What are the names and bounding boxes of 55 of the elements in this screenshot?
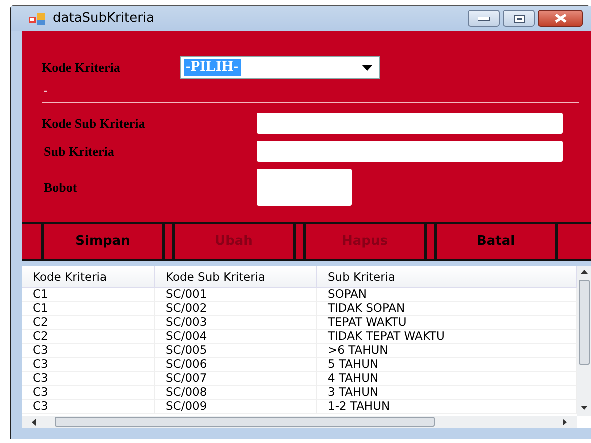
app-icon — [29, 12, 45, 24]
table-cell: SC/002 — [155, 302, 317, 316]
close-button[interactable] — [538, 10, 583, 27]
field-label: Kode Kriteria — [42, 60, 122, 76]
maximize-button[interactable] — [503, 10, 535, 27]
table-cell: C3 — [22, 400, 155, 414]
text-field[interactable] — [257, 141, 563, 162]
scroll-left-icon — [32, 419, 36, 426]
table-cell: TIDAK SOPAN — [317, 302, 577, 316]
field-label: Bobot — [43, 180, 78, 196]
table-cell: SC/001 — [155, 288, 317, 302]
text-field[interactable] — [257, 113, 563, 134]
table-cell: SC/007 — [155, 372, 317, 386]
table-cell: C2 — [22, 330, 155, 344]
table-cell: SC/005 — [155, 344, 317, 358]
table-cell: 3 TAHUN — [317, 386, 577, 400]
table-cell: TEPAT WAKTU — [317, 316, 577, 330]
horizontal-scrollbar[interactable] — [22, 416, 577, 428]
table-cell: 1-2 TAHUN — [317, 400, 577, 414]
table-cell: SC/006 — [155, 358, 317, 372]
table-cell: SC/008 — [155, 386, 317, 400]
table-cell: C3 — [22, 344, 155, 358]
table-cell: C2 — [22, 316, 155, 330]
column-header[interactable]: Kode Kriteria — [22, 266, 155, 287]
table-cell: C1 — [22, 288, 155, 302]
table-cell: >6 TAHUN — [317, 344, 577, 358]
close-icon — [554, 14, 568, 23]
table-cell: C3 — [22, 358, 155, 372]
table-cell: SC/009 — [155, 400, 317, 414]
minimize-button[interactable] — [468, 10, 500, 27]
vertical-scrollbar[interactable] — [577, 266, 591, 416]
maximize-icon — [514, 14, 524, 22]
action-button[interactable]: Batal — [435, 224, 557, 259]
text-field[interactable] — [257, 169, 352, 206]
table-cell: C3 — [22, 372, 155, 386]
field-label: Sub Kriteria — [43, 144, 116, 160]
window-title: dataSubKriteria — [53, 11, 156, 26]
table-cell: 5 TAHUN — [317, 358, 577, 372]
kode-kriteria-dropdown[interactable]: -PILIH- — [180, 56, 380, 79]
table-cell: C1 — [22, 302, 155, 316]
field-label: Kode Sub Kriteria — [42, 116, 146, 132]
table-cell: 4 TAHUN — [317, 372, 577, 386]
dropdown-arrow-icon — [362, 64, 373, 70]
table-cell: TIDAK TEPAT WAKTU — [317, 330, 577, 344]
scroll-down-icon — [581, 406, 588, 410]
minimize-icon — [478, 16, 490, 20]
table-cell: C3 — [22, 386, 155, 400]
scroll-up-icon — [581, 270, 588, 274]
table-cell: SC/003 — [155, 316, 317, 330]
table-cell: SC/004 — [155, 330, 317, 344]
scroll-right-icon — [563, 419, 567, 426]
action-button[interactable]: Simpan — [42, 224, 164, 259]
status-label: - — [44, 85, 48, 97]
table-cell: SOPAN — [317, 288, 577, 302]
column-header[interactable]: Kode Sub Kriteria — [155, 266, 317, 287]
